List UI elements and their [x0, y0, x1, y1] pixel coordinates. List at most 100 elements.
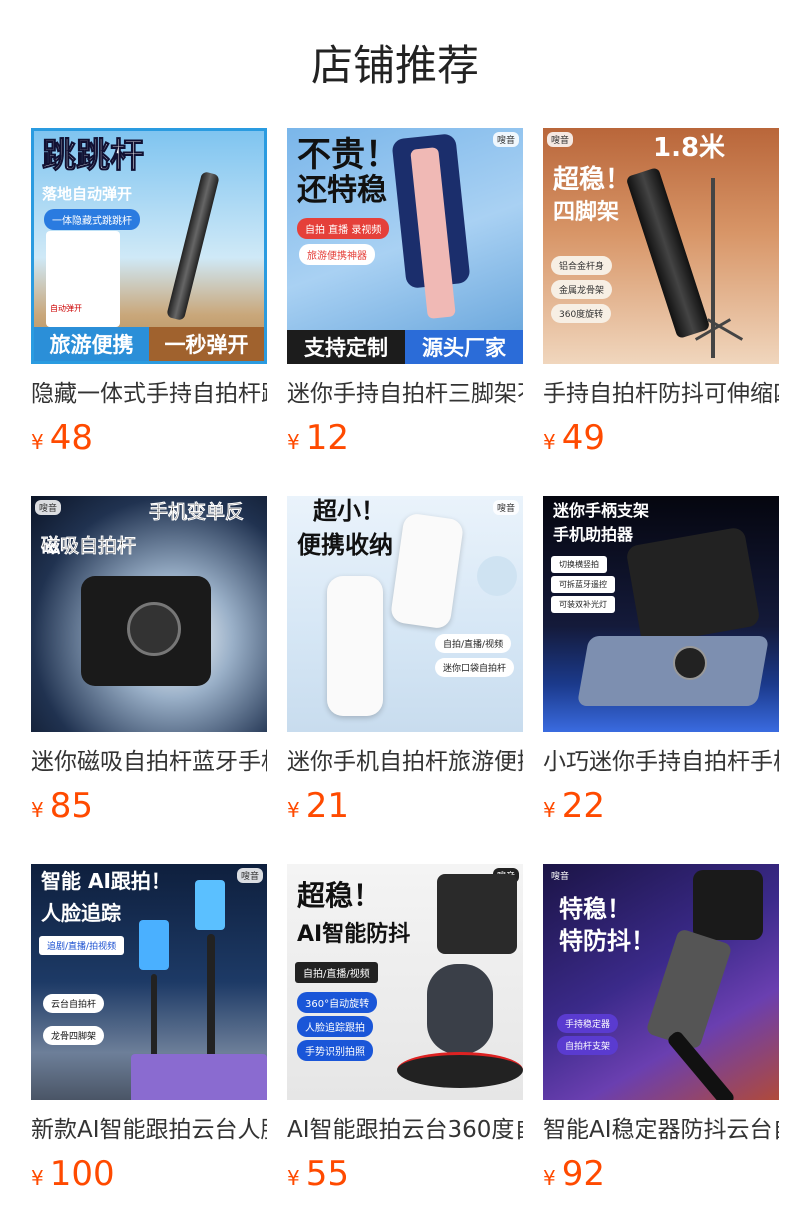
product-name[interactable]: 迷你磁吸自拍杆蓝牙手机变单反: [31, 746, 267, 778]
image-badge: 手持稳定器: [557, 1014, 619, 1033]
corner-logo: 嗖音: [547, 132, 574, 147]
image-headline: 超小！: [313, 497, 385, 525]
product-name[interactable]: AI智能跟拍云台360度自动旋转: [287, 1114, 523, 1146]
image-subline: 落地自动弹开: [42, 185, 133, 203]
image-badge: 可装双补光灯: [551, 596, 615, 613]
currency-symbol: ¥: [287, 1166, 300, 1190]
banner-left: 旅游便携: [34, 327, 149, 361]
image-badge: 追剧/直播/拍视频: [39, 936, 125, 955]
product-card[interactable]: 嗖音 超小！ 便携收纳 自拍/直播/视频 迷你口袋自拍杆 迷你手机自拍杆旅游便携…: [287, 496, 523, 826]
image-badge: 可拆蓝牙遥控: [551, 576, 615, 593]
image-subline: 手机助拍器: [553, 525, 634, 544]
image-headline: 特稳！: [559, 895, 631, 923]
product-name[interactable]: 隐藏一体式手持自拍杆跳跳杆落地自动弹开: [31, 378, 267, 410]
product-image[interactable]: 嗖音 超稳！ 四脚架 1.8米 铝合金杆身 金属龙骨架 360度旋转: [543, 128, 779, 364]
image-badge: 手势识别拍照: [297, 1040, 373, 1061]
image-subline: 四脚架: [553, 200, 620, 225]
image-subline: 特防抖！: [559, 927, 655, 955]
camera-lens-icon: [673, 646, 707, 680]
corner-logo: 嗖音: [236, 868, 263, 883]
product-image[interactable]: 嗖音 超稳！ AI智能防抖 自拍/直播/视频 360°自动旋转 人脸追踪跟拍 手…: [287, 864, 523, 1100]
image-badge: 铝合金杆身: [551, 256, 613, 275]
product-price: ¥12: [287, 418, 523, 458]
ball-decor: [477, 556, 517, 596]
image-badge: 360°自动旋转: [297, 992, 378, 1013]
image-extra: 1.8米: [653, 133, 726, 163]
product-image[interactable]: 嗖音 超小！ 便携收纳 自拍/直播/视频 迷你口袋自拍杆: [287, 496, 523, 732]
price-value: 100: [49, 1154, 115, 1194]
currency-symbol: ¥: [287, 798, 300, 822]
product-card[interactable]: 跳跳杆 落地自动弹开 一体隐藏式跳跳杆 自动弹开 旅游便携 一秒弹开 隐藏一体式…: [31, 128, 267, 458]
image-headline: 迷你手柄支架: [553, 501, 650, 520]
image-headline: 超稳！: [297, 879, 382, 912]
product-name[interactable]: 迷你手机自拍杆旅游便携收纳: [287, 746, 523, 778]
image-badge: 自拍杆支架: [557, 1036, 619, 1055]
price-value: 55: [305, 1154, 349, 1194]
image-badge: 一体隐藏式跳跳杆: [44, 209, 140, 230]
product-image[interactable]: 跳跳杆 落地自动弹开 一体隐藏式跳跳杆 自动弹开 旅游便携 一秒弹开: [31, 128, 267, 364]
image-headline: 磁吸自拍杆: [41, 535, 137, 557]
image-badge: 迷你口袋自拍杆: [435, 658, 515, 677]
product-card[interactable]: 嗖音 不贵！ 还特稳 自拍 直播 录视频 旅游便携神器 支持定制 源头厂家 迷你…: [287, 128, 523, 458]
gimbal-base-icon: [397, 1052, 523, 1088]
mini-stick-icon: [327, 576, 383, 716]
mini-stick-icon: [389, 512, 465, 630]
image-banner: 旅游便携 一秒弹开: [34, 327, 264, 361]
ai-gimbal-icon: [427, 964, 493, 1054]
image-headline: 不贵！: [297, 135, 399, 175]
banner-left: 支持定制: [287, 330, 405, 364]
product-price: ¥85: [31, 786, 267, 826]
product-card[interactable]: 嗖音 特稳！ 特防抖！ 手持稳定器 自拍杆支架 智能AI稳定器防抖云台自拍杆 ¥…: [543, 864, 779, 1194]
price-value: 22: [561, 786, 605, 826]
phone-icon: [576, 636, 770, 706]
product-card[interactable]: 嗖音 智能 AI跟拍！ 人脸追踪 追剧/直播/拍视频 云台自拍杆 龙骨四脚架 新…: [31, 864, 267, 1194]
image-subline: 手机变单反: [149, 501, 245, 523]
corner-logo: 嗖音: [35, 500, 62, 515]
image-badge: 自动弹开: [50, 304, 82, 313]
product-name[interactable]: 迷你手持自拍杆三脚架不贵还特稳: [287, 378, 523, 410]
handle-bracket-icon: [625, 526, 761, 646]
image-subline: AI智能防抖: [297, 922, 411, 947]
image-headline: 智能 AI跟拍！: [41, 869, 171, 893]
product-card[interactable]: 迷你手柄支架 手机助拍器 切换横竖拍 可拆蓝牙遥控 可装双补光灯 小巧迷你手持自…: [543, 496, 779, 826]
product-price: ¥22: [543, 786, 779, 826]
product-price: ¥100: [31, 1154, 267, 1194]
product-card[interactable]: 嗖音 超稳！ 四脚架 1.8米 铝合金杆身 金属龙骨架 360度旋转 手持自拍杆…: [543, 128, 779, 458]
product-image[interactable]: 迷你手柄支架 手机助拍器 切换横竖拍 可拆蓝牙遥控 可装双补光灯: [543, 496, 779, 732]
price-value: 21: [305, 786, 349, 826]
image-badge: 云台自拍杆: [43, 994, 105, 1013]
product-name[interactable]: 新款AI智能跟拍云台人脸追踪: [31, 1114, 267, 1146]
corner-logo: 嗖音: [492, 500, 519, 515]
currency-symbol: ¥: [31, 1166, 44, 1190]
product-grid: 跳跳杆 落地自动弹开 一体隐藏式跳跳杆 自动弹开 旅游便携 一秒弹开 隐藏一体式…: [0, 0, 790, 1232]
product-image[interactable]: 嗖音 不贵！ 还特稳 自拍 直播 录视频 旅游便携神器 支持定制 源头厂家: [287, 128, 523, 364]
ai-tracking-tripod-icon: [207, 934, 215, 1074]
image-subline: 人脸追踪: [41, 901, 121, 925]
product-name[interactable]: 智能AI稳定器防抖云台自拍杆: [543, 1114, 779, 1146]
currency-symbol: ¥: [543, 798, 556, 822]
product-image[interactable]: 嗖音 智能 AI跟拍！ 人脸追踪 追剧/直播/拍视频 云台自拍杆 龙骨四脚架: [31, 864, 267, 1100]
product-name[interactable]: 小巧迷你手持自拍杆手柄支架: [543, 746, 779, 778]
product-image[interactable]: 嗖音 手机变单反 磁吸自拍杆: [31, 496, 267, 732]
corner-logo: 嗖音: [492, 132, 519, 147]
price-value: 48: [49, 418, 93, 458]
image-subline: 便携收纳: [297, 531, 393, 559]
stage-decor: [131, 1054, 267, 1100]
product-card[interactable]: 嗖音 超稳！ AI智能防抖 自拍/直播/视频 360°自动旋转 人脸追踪跟拍 手…: [287, 864, 523, 1194]
product-card[interactable]: 嗖音 手机变单反 磁吸自拍杆 迷你磁吸自拍杆蓝牙手机变单反 ¥85: [31, 496, 267, 826]
product-price: ¥92: [543, 1154, 779, 1194]
image-badge: 切换横竖拍: [551, 556, 607, 573]
product-price: ¥48: [31, 418, 267, 458]
phone-icon: [139, 920, 169, 970]
currency-symbol: ¥: [543, 1166, 556, 1190]
product-name[interactable]: 手持自拍杆防抖可伸缩四脚架1.8米: [543, 378, 779, 410]
selfie-stick-icon: [166, 171, 220, 321]
selfie-stick-icon: [625, 166, 711, 340]
image-badge: 自拍/直播/视频: [295, 962, 378, 983]
currency-symbol: ¥: [543, 430, 556, 454]
product-price: ¥49: [543, 418, 779, 458]
product-price: ¥21: [287, 786, 523, 826]
product-image[interactable]: 嗖音 特稳！ 特防抖！ 手持稳定器 自拍杆支架: [543, 864, 779, 1100]
image-subline: 还特稳: [297, 173, 387, 208]
currency-symbol: ¥: [287, 430, 300, 454]
